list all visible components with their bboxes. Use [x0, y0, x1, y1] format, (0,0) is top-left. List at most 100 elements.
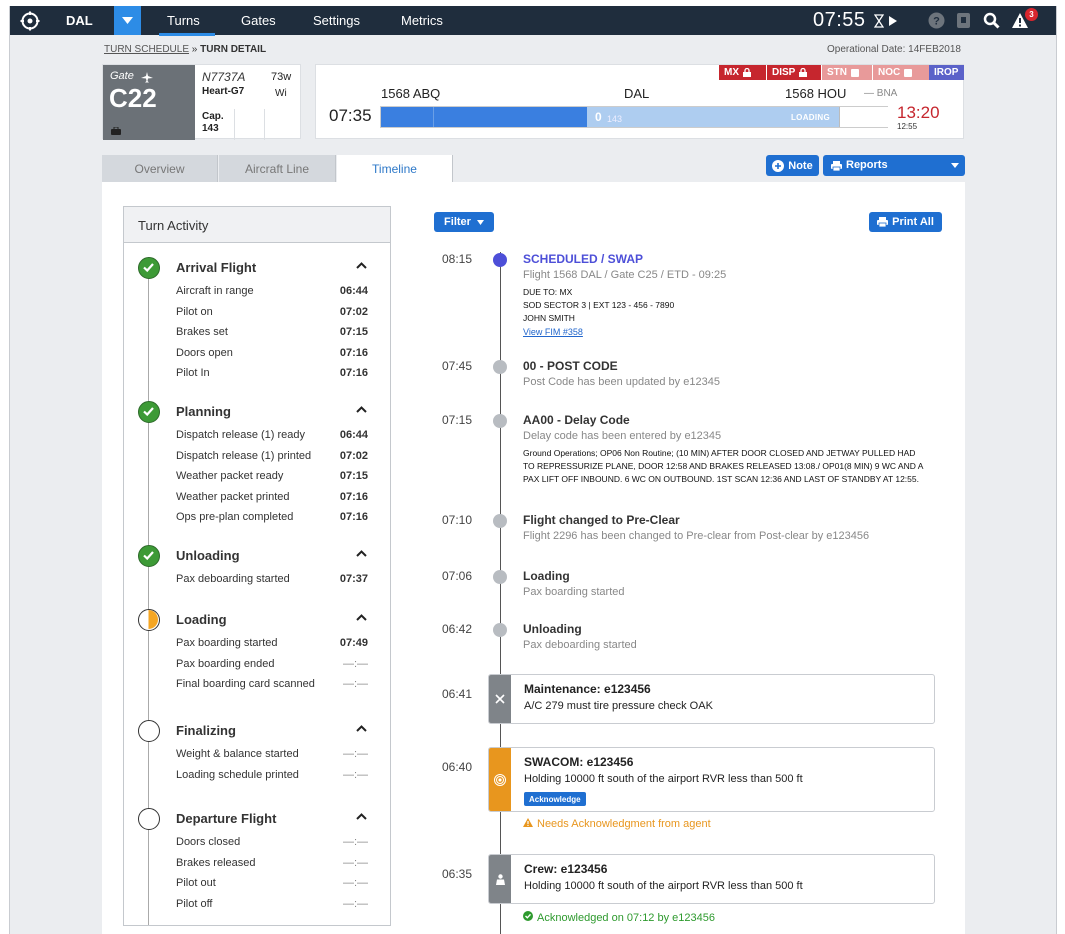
gate-card: Gate C22 N7737A Heart-G7 73w Wi Cap. 143: [102, 64, 301, 140]
reports-dropdown[interactable]: Reports: [823, 155, 965, 176]
play-icon[interactable]: [889, 16, 897, 26]
tab-aircraft-line[interactable]: Aircraft Line: [219, 155, 336, 182]
empty-circle-icon: [138, 720, 160, 742]
activity-item: Pilot on 07:02: [176, 306, 368, 318]
activity-item-label: Weather packet printed: [176, 490, 290, 503]
filter-button[interactable]: Filter: [434, 212, 494, 232]
wrench-icon: [489, 675, 511, 723]
nav-metrics[interactable]: Metrics: [401, 13, 443, 28]
aircraft-name: Heart-G7: [202, 86, 245, 97]
collapse-chevron-icon[interactable]: [356, 260, 367, 272]
activity-item: Pilot out —:—: [176, 877, 368, 889]
breadcrumb-current: TURN DETAIL: [200, 44, 267, 55]
activity-item-label: Pilot In: [176, 367, 210, 380]
filter-label: Filter: [444, 216, 471, 228]
turn-status: LOADING: [791, 113, 830, 122]
departure-flight[interactable]: 1568 HOU: [785, 86, 846, 101]
message-card[interactable]: Maintenance: e123456 A/C 279 must tire pr…: [488, 674, 935, 724]
activity-item-label: Loading schedule printed: [176, 768, 299, 781]
tag-irop[interactable]: IROP: [929, 65, 964, 80]
timeline-time: 07:10: [442, 513, 473, 527]
fim-link[interactable]: View FIM #358: [523, 327, 583, 337]
timeline-title: 00 - POST CODE: [523, 359, 618, 373]
timeline-title: Flight changed to Pre-Clear: [523, 513, 680, 527]
timeline-detail: Ground Operations; OP06 Non Routine; (10…: [523, 448, 916, 458]
activity-item-time: —:—: [342, 877, 368, 890]
activity-item-label: Brakes set: [176, 326, 228, 339]
tag-label: IROP: [934, 67, 959, 78]
plus-circle-icon: [772, 159, 785, 172]
timeline-subtitle: Flight 2296 has been changed to Pre-clea…: [523, 530, 870, 542]
nav-settings[interactable]: Settings: [313, 13, 360, 28]
help-icon[interactable]: ?: [928, 12, 945, 29]
print-all-button[interactable]: Print All: [869, 212, 942, 232]
clock-mode-icon[interactable]: [874, 13, 884, 29]
tag-label: DISP: [772, 67, 796, 78]
breadcrumb-turn-schedule[interactable]: TURN SCHEDULE: [104, 44, 189, 55]
tag-disp[interactable]: DISP: [767, 65, 821, 80]
activity-item-label: Weight & balance started: [176, 748, 299, 760]
message-title: Crew: e123456: [524, 862, 608, 876]
collapse-chevron-icon[interactable]: [356, 723, 367, 735]
collapse-chevron-icon[interactable]: [356, 548, 367, 560]
timeline-time: 06:35: [442, 867, 473, 881]
collapse-chevron-icon[interactable]: [356, 404, 367, 416]
nav-turns[interactable]: Turns: [167, 13, 200, 28]
progress-fill: [381, 107, 587, 127]
arrival-flight[interactable]: 1568 ABQ: [381, 86, 440, 101]
timeline-dot-icon: [493, 514, 507, 528]
message-card[interactable]: Crew: e123456 Holding 10000 ft south of t…: [488, 854, 935, 904]
progress-remaining: [839, 107, 889, 127]
acknowledgment-text: Acknowledged on 07:12 by e123456: [537, 912, 715, 924]
station-dropdown[interactable]: [114, 6, 141, 35]
tag-noc[interactable]: NOC: [873, 65, 929, 80]
tag-stn[interactable]: STN: [822, 65, 872, 80]
timeline-time: 06:42: [442, 622, 473, 636]
activity-item-label: Dispatch release (1) ready: [176, 429, 306, 441]
section-title: Departure Flight: [176, 811, 277, 826]
activity-item-time: 06:44: [339, 429, 368, 441]
timeline-line: [500, 252, 501, 934]
timeline-time: 07:15: [442, 413, 473, 427]
section-title: Loading: [176, 612, 227, 627]
activity-item-time: —:—: [342, 748, 368, 760]
tab-timeline[interactable]: Timeline: [337, 155, 453, 182]
activity-item: Pax boarding started 07:49: [176, 637, 368, 649]
capacity-label: Cap.: [202, 111, 224, 122]
activity-item-time: 07:15: [339, 470, 368, 483]
search-icon[interactable]: [983, 12, 1000, 29]
tab-overview[interactable]: Overview: [102, 155, 218, 182]
activity-item-time: —:—: [342, 678, 368, 691]
caret-down-icon: [951, 163, 959, 168]
timeline-detail: TO REPRESSURIZE PLANE, DOOR 12:58 AND BR…: [523, 461, 924, 471]
message-body: Holding 10000 ft south of the airport RV…: [524, 773, 803, 785]
message-card[interactable]: SWACOM: e123456 Holding 10000 ft south of…: [488, 747, 935, 812]
empty-circle-icon: [138, 808, 160, 830]
activity-item-time: 07:16: [339, 367, 368, 380]
gear-icon[interactable]: [20, 11, 40, 31]
timeline-time: 07:45: [442, 359, 473, 373]
phone-book-icon[interactable]: [955, 12, 972, 29]
app-frame: DAL Turns Gates Settings Metrics 07:55 ?: [9, 6, 1057, 934]
activity-item-time: 07:02: [339, 449, 368, 462]
timeline-title: AA00 - Delay Code: [523, 413, 630, 427]
acknowledge-button[interactable]: Acknowledge: [524, 792, 586, 806]
tag-mx[interactable]: MX: [719, 65, 766, 80]
note-button[interactable]: Note: [766, 155, 819, 176]
section-title: Unloading: [176, 548, 240, 563]
message-title: Maintenance: e123456: [524, 682, 651, 696]
svg-text:?: ?: [933, 16, 940, 28]
turn-activity-panel: Turn Activity Arrival Flight Aircraft in …: [123, 206, 391, 926]
collapse-chevron-icon[interactable]: [356, 612, 367, 624]
activity-item-label: Brakes released: [176, 856, 256, 869]
nav-gates[interactable]: Gates: [241, 13, 276, 28]
activity-item-label: Pax deboarding started: [176, 573, 290, 585]
collapse-chevron-icon[interactable]: [356, 811, 367, 823]
broadcast-icon: [489, 748, 511, 811]
timeline-time: 08:15: [442, 252, 473, 266]
section-title: Arrival Flight: [176, 260, 257, 275]
timeline-time: 07:06: [442, 569, 473, 583]
breadcrumb-separator: »: [189, 44, 201, 55]
caret-down-icon: [476, 219, 484, 225]
tag-label: NOC: [878, 67, 901, 78]
